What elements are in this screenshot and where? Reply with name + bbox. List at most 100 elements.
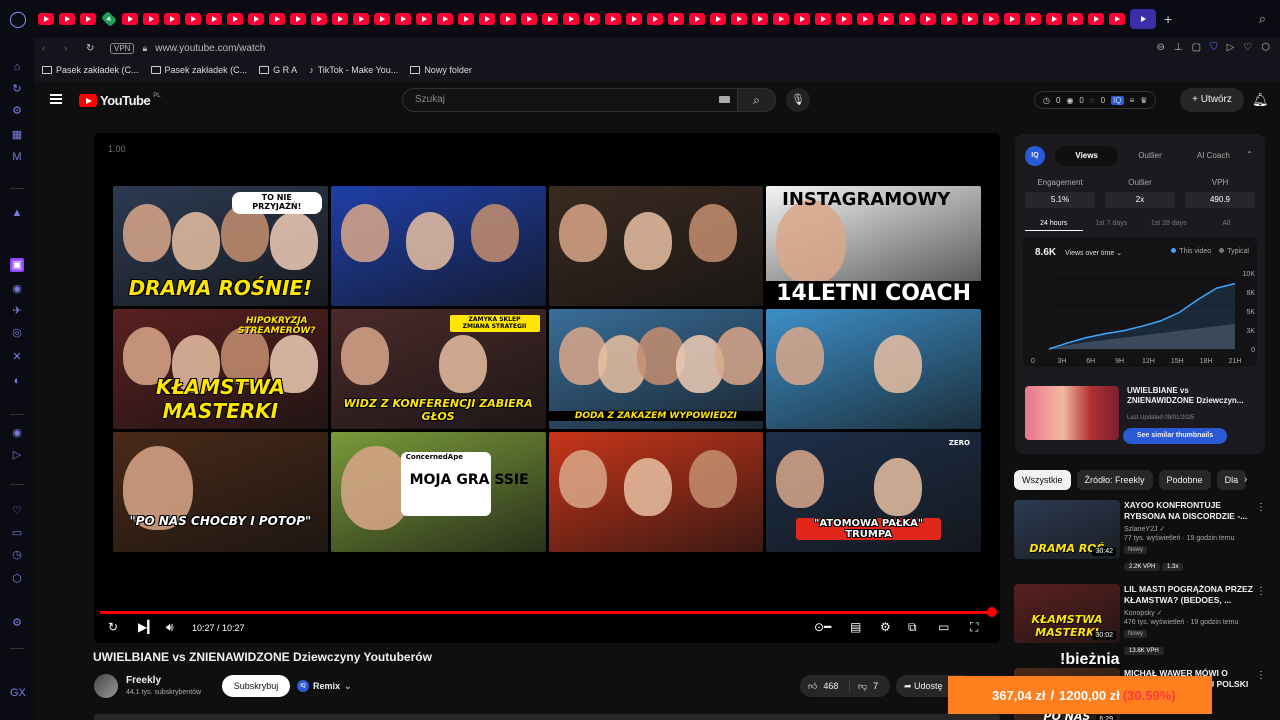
browser-tab[interactable] — [80, 13, 96, 25]
extension-stats[interactable]: ◷ 0 ◉ 0 ◌ 0 IQ ≡ ♛ — [1034, 91, 1157, 109]
browser-tab[interactable] — [1088, 13, 1104, 25]
bookmark-link[interactable]: ♪ TikTok - Make You... — [309, 65, 398, 75]
microphone-icon[interactable]: 🎙︎ — [786, 88, 810, 112]
browser-tab[interactable] — [920, 13, 936, 25]
browser-tab[interactable] — [185, 13, 201, 25]
subtitles-icon[interactable]: ▤ — [850, 620, 861, 634]
player-icon[interactable]: ◉ — [10, 426, 24, 440]
browser-tab[interactable] — [794, 13, 810, 25]
url-field[interactable]: www.youtube.com/watch — [155, 43, 265, 54]
puzzle-icon[interactable]: ⬡ — [10, 572, 24, 586]
twitch-icon[interactable]: ▣ — [10, 258, 24, 272]
browser-tab[interactable] — [122, 13, 138, 25]
dislike-button[interactable]: 👎︎ 7 — [850, 681, 878, 692]
forward-icon[interactable]: › — [64, 43, 78, 54]
bookmark-folder[interactable]: Pasek zakładek (C... — [150, 65, 247, 75]
more-icon[interactable]: GX — [10, 686, 26, 700]
miniplayer-icon[interactable]: ⧉ — [908, 620, 917, 634]
remix-button[interactable]: IQ Remix ⌄ — [297, 675, 352, 697]
settings-gear-icon[interactable]: ⚙ — [880, 620, 891, 634]
recommendation-item[interactable]: KŁAMSTWA MASTERKI 30:02 LIL MASTI POGRĄŻON… — [1014, 584, 1270, 666]
browser-tab[interactable] — [479, 13, 495, 25]
browser-tab[interactable] — [563, 13, 579, 25]
recommendation-title[interactable]: XAYOO KONFRONTUJE RYBSONA NA DISCORDZIE … — [1124, 500, 1254, 522]
chevron-right-icon[interactable]: › — [1244, 474, 1247, 485]
discord-icon[interactable]: ◐ — [10, 374, 24, 388]
browser-tab[interactable] — [416, 13, 432, 25]
hamburger-menu-icon[interactable] — [50, 94, 62, 104]
browser-tab[interactable] — [353, 13, 369, 25]
browser-tab[interactable] — [1046, 13, 1062, 25]
replay-icon[interactable]: ↻ — [108, 620, 118, 634]
bot-icon[interactable]: ⚙ — [10, 104, 24, 118]
recommendation-channel[interactable]: SzlaneY2J ✓ — [1124, 525, 1165, 533]
lock-icon[interactable]: 🔒︎ — [142, 43, 147, 54]
end-screen-thumbnail[interactable]: TO NIE PRZYJAŹŃ! DRAMA ROŚNIE! — [113, 186, 328, 306]
reload-icon[interactable]: ↻ — [86, 43, 100, 54]
progress-scrubber[interactable] — [987, 607, 997, 617]
recommendation-channel[interactable]: Konopsky ✓ — [1124, 609, 1163, 617]
youtube-logo[interactable]: YouTube PL — [79, 93, 161, 108]
browser-tab[interactable] — [626, 13, 642, 25]
browser-tab[interactable] — [437, 13, 453, 25]
pin-icon[interactable]: ⊥ — [1174, 42, 1183, 53]
filter-chip[interactable]: Źródło: Freekly — [1076, 470, 1153, 490]
range-tab[interactable]: 24 hours — [1025, 220, 1083, 231]
browser-tab[interactable] — [647, 13, 663, 25]
keyboard-icon[interactable] — [719, 96, 730, 103]
browser-tab[interactable] — [500, 13, 516, 25]
end-screen-thumbnail[interactable]: ZERO "ATOMOWA PAŁKA" TRUMPA — [766, 432, 981, 552]
heart-icon[interactable]: ♡ — [1243, 42, 1252, 53]
recommendation-thumbnail[interactable]: KŁAMSTWA MASTERKI 30:02 — [1014, 584, 1120, 643]
browser-tab[interactable] — [1004, 13, 1020, 25]
recommendation-title[interactable]: LIL MASTI POGRĄŻONA PRZEZ KŁAMSTWA? (BED… — [1124, 584, 1254, 606]
bookmark-folder[interactable]: Nowy folder — [410, 65, 472, 75]
browser-tab[interactable] — [1025, 13, 1041, 25]
more-options-icon[interactable]: ⋮ — [1256, 502, 1266, 513]
fullscreen-icon[interactable]: ⛶ — [970, 620, 978, 634]
browser-tab[interactable] — [374, 13, 390, 25]
zoom-icon[interactable]: ⊖ — [1157, 42, 1165, 53]
end-screen-thumbnail[interactable] — [548, 432, 764, 552]
browser-tab[interactable] — [521, 13, 537, 25]
browser-tab[interactable] — [605, 13, 621, 25]
like-button[interactable]: 👍︎ 468 — [800, 680, 850, 692]
browser-tab[interactable] — [836, 13, 852, 25]
bookmark-folder[interactable]: Pasek zakładek (C... — [42, 65, 139, 75]
end-screen-thumbnail[interactable]: ZAMYKA SKLEP ZMIANA STRATEGII WIDZ Z KONF… — [330, 309, 546, 429]
next-icon[interactable]: ▶▎ — [138, 620, 156, 634]
browser-tab[interactable] — [332, 13, 348, 25]
range-tab[interactable]: 1st 7 days — [1083, 220, 1141, 231]
browser-tab[interactable] — [668, 13, 684, 25]
browser-tab[interactable] — [248, 13, 264, 25]
end-screen-thumbnail[interactable]: "PO NAS CHOCBY I POTOP" — [113, 432, 328, 552]
opera-sidebar-icon[interactable]: ⌂ — [10, 60, 24, 74]
end-screen-thumbnail[interactable]: DODA Z ZAKAZEM WYPOWIEDZI — [548, 309, 764, 429]
telegram-icon[interactable]: ✈ — [10, 304, 24, 318]
filter-chip[interactable]: Podobne — [1158, 470, 1211, 490]
recommendation-item[interactable]: DRAMA ROŚ 30:42 XAYOO KONFRONTUJE RYBSONA … — [1014, 500, 1270, 582]
progress-bar[interactable] — [100, 611, 992, 614]
browser-tab[interactable] — [395, 13, 411, 25]
volume-icon[interactable]: 🔊︎ — [166, 620, 174, 634]
search-input[interactable]: Szukaj — [402, 88, 738, 112]
opera-logo-icon[interactable]: ◯ — [0, 0, 36, 38]
browser-tab[interactable] — [731, 13, 747, 25]
browser-tab[interactable] — [962, 13, 978, 25]
create-button[interactable]: + Utwórz — [1180, 88, 1244, 112]
snapshot-icon[interactable]: ▢ — [1192, 42, 1201, 53]
arrow-icon[interactable]: ▲ — [10, 206, 24, 220]
theater-mode-icon[interactable]: ▭ — [938, 620, 949, 634]
channel-name[interactable]: Freekly — [126, 675, 161, 686]
browser-tab[interactable] — [773, 13, 789, 25]
browser-tab[interactable] — [983, 13, 999, 25]
vpn-badge[interactable]: VPN — [110, 42, 135, 54]
back-icon[interactable]: ‹ — [42, 43, 56, 54]
instagram-icon[interactable]: ◎ — [10, 326, 24, 340]
browser-tab[interactable] — [689, 13, 705, 25]
browser-tab[interactable] — [941, 13, 957, 25]
shield-icon[interactable]: ⛉ — [1210, 42, 1218, 53]
browser-tab[interactable] — [311, 13, 327, 25]
browser-tab[interactable] — [227, 13, 243, 25]
end-screen-thumbnail[interactable]: HIPOKRYZJA STREAMERÓW? KŁAMSTWA MASTERKI — [113, 309, 328, 429]
